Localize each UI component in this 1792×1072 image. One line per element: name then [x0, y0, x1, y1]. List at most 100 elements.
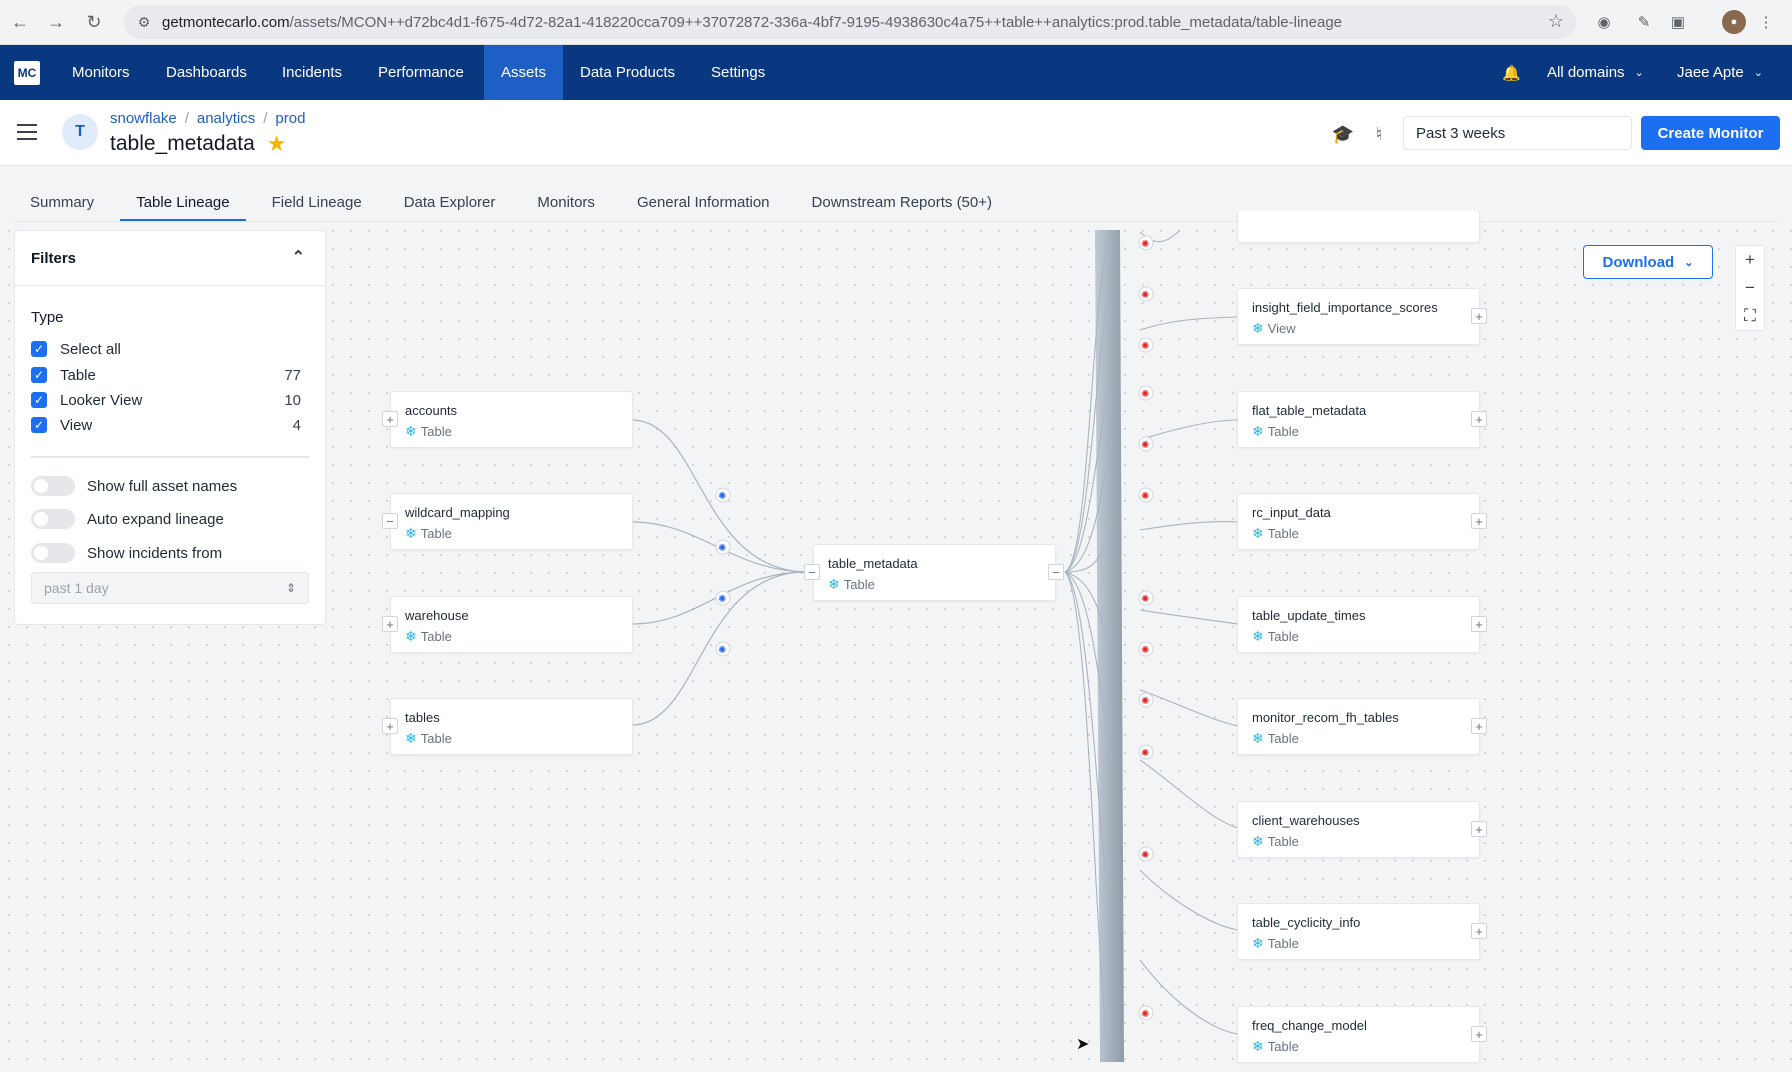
- lineage-node-downstream[interactable]: table_cyclicity_info ❄ Table: [1237, 903, 1480, 960]
- expand-plus-icon[interactable]: +: [382, 718, 398, 734]
- node-name: flat_table_metadata: [1252, 403, 1367, 418]
- lineage-node-downstream[interactable]: table_update_times ❄ Table: [1237, 596, 1480, 653]
- breadcrumb-prod[interactable]: prod: [275, 110, 305, 127]
- tab-data-explorer[interactable]: Data Explorer: [388, 186, 512, 222]
- date-range-select[interactable]: Past 3 weeks: [1403, 116, 1632, 150]
- lineage-node-downstream[interactable]: rc_input_data ❄ Table: [1237, 493, 1480, 550]
- forward-icon[interactable]: →: [43, 9, 69, 35]
- toggle-auto-expand-lineage[interactable]: Auto expand lineage: [31, 508, 224, 530]
- page-title-text: table_metadata: [110, 132, 255, 155]
- nav-settings[interactable]: Settings: [694, 45, 782, 100]
- back-icon[interactable]: ←: [7, 9, 33, 35]
- download-button[interactable]: Download ⌄: [1583, 245, 1713, 279]
- checkbox-checked-icon[interactable]: ✓: [31, 417, 47, 433]
- tab-field-lineage[interactable]: Field Lineage: [256, 186, 378, 222]
- bell-off-icon[interactable]: ♮: [1367, 122, 1391, 146]
- expand-plus-icon[interactable]: +: [382, 411, 398, 427]
- expand-plus-icon[interactable]: +: [1471, 513, 1487, 529]
- breadcrumb-snowflake[interactable]: snowflake: [110, 110, 177, 127]
- lineage-node-downstream[interactable]: freq_change_model ❄ Table: [1237, 1006, 1480, 1063]
- nav-performance[interactable]: Performance: [361, 45, 481, 100]
- extension-icon[interactable]: ◉: [1592, 10, 1616, 34]
- snowflake-icon: ❄: [1252, 320, 1264, 336]
- filter-option-count: 10: [284, 391, 301, 409]
- profile-avatar-icon[interactable]: ●: [1722, 10, 1746, 34]
- tab-general-information[interactable]: General Information: [621, 186, 786, 222]
- filter-option-table[interactable]: ✓ Table 77: [31, 365, 301, 385]
- nav-monitors[interactable]: Monitors: [55, 45, 147, 100]
- chevron-up-icon[interactable]: ⌃: [292, 247, 305, 267]
- expand-plus-icon[interactable]: +: [1471, 308, 1487, 324]
- tab-monitors[interactable]: Monitors: [521, 186, 611, 222]
- browser-menu-icon[interactable]: ⋮: [1754, 10, 1778, 34]
- lineage-node-downstream-partial[interactable]: [1237, 211, 1480, 243]
- breadcrumb-analytics[interactable]: analytics: [197, 110, 255, 127]
- collapse-minus-icon[interactable]: −: [804, 564, 820, 580]
- snowflake-icon: ❄: [1252, 935, 1264, 951]
- lineage-node-upstream[interactable]: accounts ❄ Table: [390, 391, 633, 448]
- graduation-cap-icon[interactable]: 🎓: [1331, 122, 1355, 146]
- bookmark-star-icon[interactable]: ☆: [1548, 11, 1564, 32]
- nav-data-products[interactable]: Data Products: [563, 45, 692, 100]
- filter-option-view[interactable]: ✓ View 4: [31, 415, 301, 435]
- expand-plus-icon[interactable]: +: [1471, 616, 1487, 632]
- filter-option-looker-view[interactable]: ✓ Looker View 10: [31, 390, 301, 410]
- address-bar[interactable]: ⚙ getmontecarlo.com/assets/MCON++d72bc4d…: [124, 5, 1576, 39]
- checkbox-checked-icon[interactable]: ✓: [31, 392, 47, 408]
- checkbox-checked-icon[interactable]: ✓: [31, 341, 47, 357]
- snowflake-icon: ❄: [1252, 525, 1264, 541]
- lineage-node-downstream[interactable]: insight_field_importance_scores ❄ View: [1237, 288, 1480, 345]
- snowflake-icon: ❄: [828, 576, 840, 592]
- lineage-node-downstream[interactable]: client_warehouses ❄ Table: [1237, 801, 1480, 858]
- toggle-show-full-asset-names[interactable]: Show full asset names: [31, 475, 237, 497]
- lineage-node-downstream[interactable]: flat_table_metadata ❄ Table: [1237, 391, 1480, 448]
- zoom-out-icon[interactable]: −: [1735, 274, 1765, 302]
- zoom-in-icon[interactable]: +: [1735, 246, 1765, 274]
- node-name: wildcard_mapping: [405, 505, 510, 520]
- expand-plus-icon[interactable]: +: [1471, 1026, 1487, 1042]
- expand-plus-icon[interactable]: +: [1471, 821, 1487, 837]
- collapse-minus-icon[interactable]: −: [1048, 564, 1064, 580]
- extension-pen-icon[interactable]: ✎: [1632, 10, 1656, 34]
- tab-summary[interactable]: Summary: [14, 186, 110, 222]
- checkbox-checked-icon[interactable]: ✓: [31, 367, 47, 383]
- node-type: ❄ Table: [405, 525, 452, 541]
- montecarlo-logo[interactable]: MC: [14, 61, 40, 85]
- snowflake-icon: ❄: [1252, 833, 1264, 849]
- site-settings-icon[interactable]: ⚙: [134, 12, 154, 32]
- favorite-star-icon[interactable]: ★: [267, 131, 287, 157]
- expand-plus-icon[interactable]: +: [382, 616, 398, 632]
- extensions-puzzle-icon[interactable]: ▣: [1666, 10, 1690, 34]
- toggle-switch[interactable]: [31, 543, 75, 563]
- nav-incidents[interactable]: Incidents: [265, 45, 359, 100]
- expand-plus-icon[interactable]: +: [1471, 411, 1487, 427]
- nav-dashboards[interactable]: Dashboards: [149, 45, 264, 100]
- incidents-range-select[interactable]: past 1 day ⇕: [31, 572, 309, 604]
- lineage-node-center[interactable]: table_metadata ❄ Table: [813, 544, 1056, 601]
- fit-view-icon[interactable]: ⛶: [1735, 302, 1765, 330]
- filters-header[interactable]: Filters ⌃: [15, 231, 325, 286]
- notifications-bell-icon[interactable]: 🔔: [1502, 45, 1521, 100]
- collapse-minus-icon[interactable]: −: [382, 513, 398, 529]
- menu-icon[interactable]: [17, 124, 37, 140]
- user-menu[interactable]: Jaee Apte ⌄: [1677, 45, 1763, 100]
- toggle-show-incidents-from[interactable]: Show incidents from: [31, 542, 222, 564]
- toggle-switch[interactable]: [31, 509, 75, 529]
- domains-dropdown[interactable]: All domains ⌄: [1547, 45, 1644, 100]
- asset-header: T snowflake / analytics / prod table_met…: [0, 100, 1792, 166]
- expand-plus-icon[interactable]: +: [1471, 923, 1487, 939]
- reload-icon[interactable]: ↻: [81, 9, 107, 35]
- toggle-switch[interactable]: [31, 476, 75, 496]
- lineage-node-upstream[interactable]: tables ❄ Table: [390, 698, 633, 755]
- tab-downstream-reports[interactable]: Downstream Reports (50+): [796, 186, 1008, 222]
- expand-plus-icon[interactable]: +: [1471, 718, 1487, 734]
- toggle-label: Auto expand lineage: [87, 510, 224, 528]
- filter-option-select-all[interactable]: ✓ Select all: [31, 339, 301, 359]
- lineage-node-downstream[interactable]: monitor_recom_fh_tables ❄ Table: [1237, 698, 1480, 755]
- lineage-node-upstream[interactable]: warehouse ❄ Table: [390, 596, 633, 653]
- tab-table-lineage[interactable]: Table Lineage: [120, 186, 246, 222]
- create-monitor-button[interactable]: Create Monitor: [1641, 116, 1780, 150]
- snowflake-icon: ❄: [1252, 730, 1264, 746]
- nav-assets[interactable]: Assets: [484, 45, 564, 100]
- lineage-node-upstream[interactable]: wildcard_mapping ❄ Table: [390, 493, 633, 550]
